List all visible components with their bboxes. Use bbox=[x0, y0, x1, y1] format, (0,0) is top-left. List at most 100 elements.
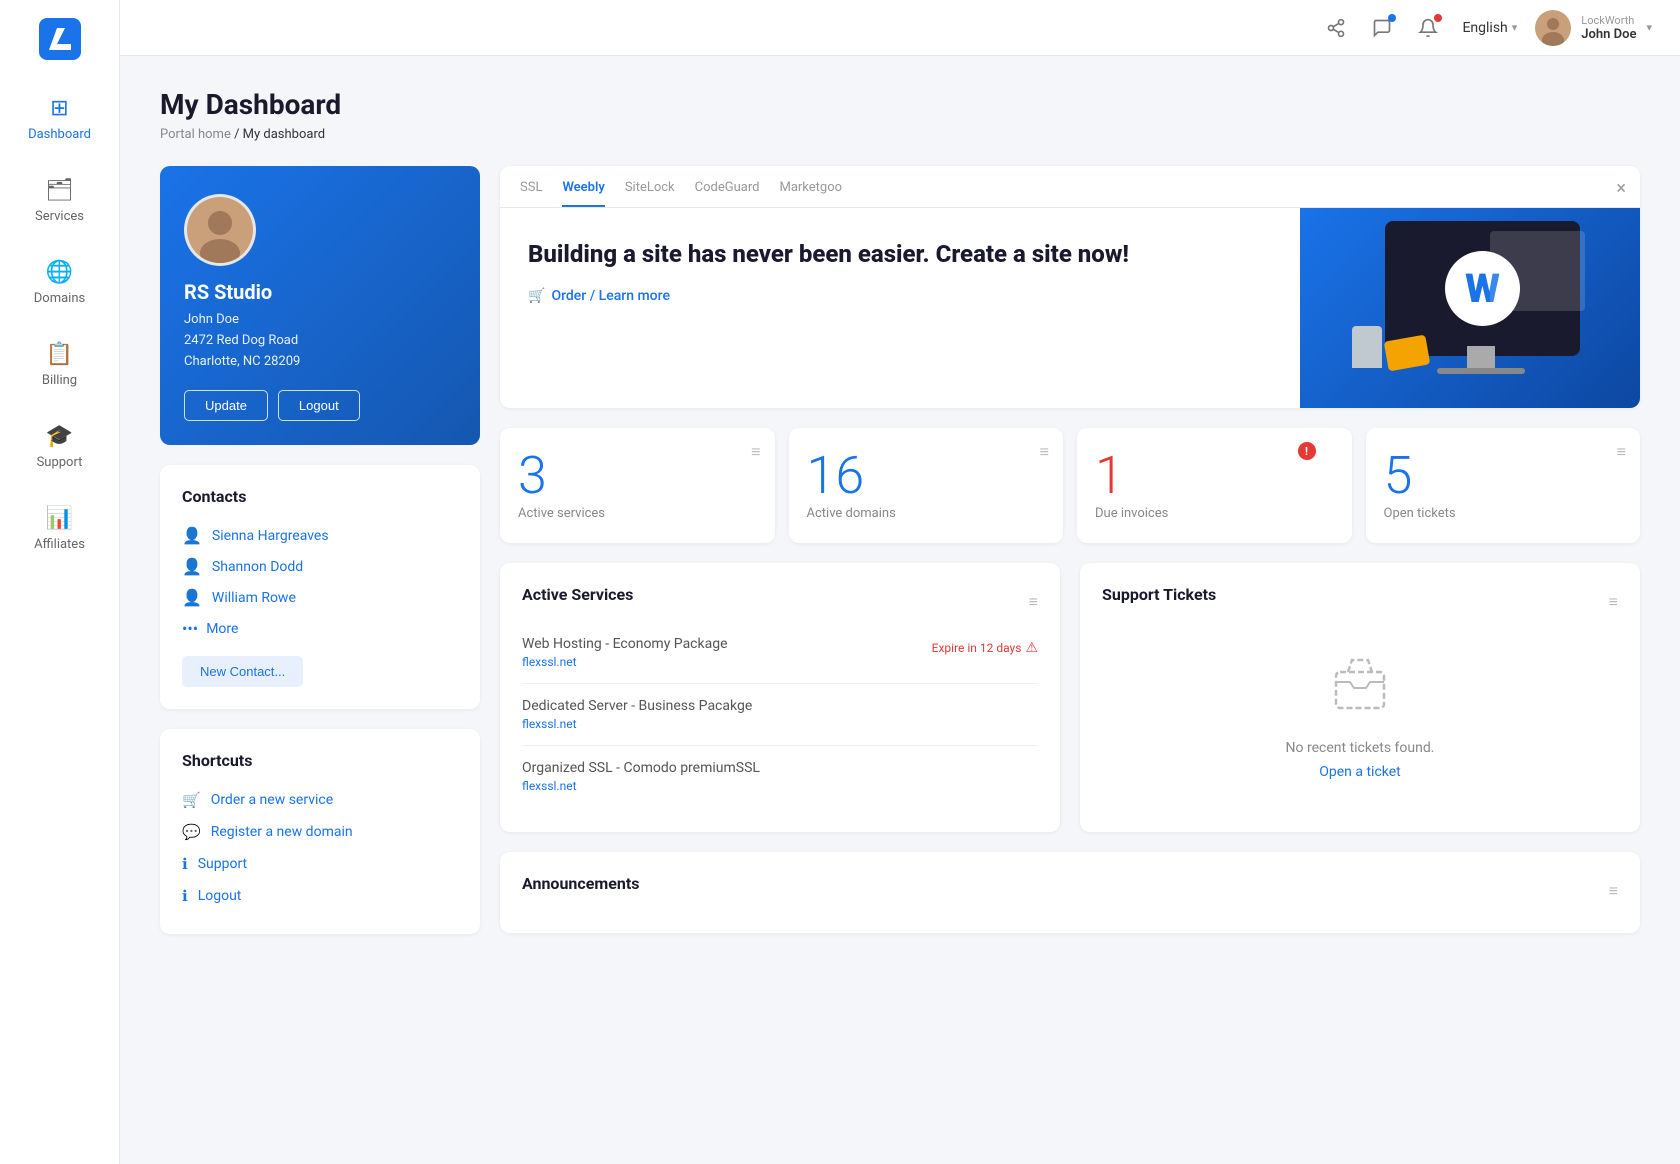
sidebar-item-domains[interactable]: 🌐 Domains bbox=[0, 242, 119, 324]
support-tickets-card: Support Tickets ≡ No rece bbox=[1080, 563, 1640, 832]
notification-icon-btn[interactable] bbox=[1412, 12, 1444, 44]
chat-badge bbox=[1388, 14, 1396, 22]
contact-item[interactable]: 👤 William Rowe bbox=[182, 582, 458, 613]
chat-icon-btn[interactable] bbox=[1366, 12, 1398, 44]
service-name: Dedicated Server - Business Pacakge bbox=[522, 698, 1038, 714]
shortcut-logout[interactable]: ℹ Logout bbox=[182, 880, 458, 912]
page-title: My Dashboard bbox=[160, 88, 1640, 121]
billing-icon: 📋 bbox=[46, 342, 73, 367]
sidebar: ⊞ Dashboard 🗂 Services 🌐 Domains 📋 Billi… bbox=[0, 0, 120, 1164]
service-domain[interactable]: flexssl.net bbox=[522, 717, 1038, 731]
tickets-menu-icon[interactable]: ≡ bbox=[1609, 592, 1618, 612]
update-button[interactable]: Update bbox=[184, 390, 268, 421]
notification-badge bbox=[1434, 14, 1442, 22]
share-icon-btn[interactable] bbox=[1320, 12, 1352, 44]
profile-name: John Doe bbox=[184, 310, 239, 331]
banner-order-link[interactable]: 🛒 Order / Learn more bbox=[528, 288, 1272, 304]
shortcuts-title: Shortcuts bbox=[182, 751, 458, 770]
expire-label: Expire in 12 days bbox=[932, 641, 1022, 655]
banner-card: × SSL Weebly SiteLock CodeGuard Marketgo… bbox=[500, 166, 1640, 408]
avatar bbox=[1535, 10, 1571, 46]
sidebar-item-affiliates[interactable]: 📊 Affiliates bbox=[0, 488, 119, 570]
stat-card-tickets: ≡ 5 Open tickets bbox=[1366, 428, 1641, 543]
tickets-header: Support Tickets ≡ bbox=[1102, 585, 1618, 618]
services-icon: 🗂 bbox=[46, 178, 74, 203]
service-domain[interactable]: flexssl.net bbox=[522, 779, 1038, 793]
breadcrumb-current: My dashboard bbox=[243, 127, 325, 142]
sidebar-item-support[interactable]: 🎓 Support bbox=[0, 406, 119, 488]
sidebar-item-label: Affiliates bbox=[34, 537, 85, 552]
sidebar-item-billing[interactable]: 📋 Billing bbox=[0, 324, 119, 406]
sidebar-item-services[interactable]: 🗂 Services bbox=[0, 160, 119, 242]
tab-sitelock[interactable]: SiteLock bbox=[625, 180, 675, 207]
services-menu-icon[interactable]: ≡ bbox=[1029, 592, 1038, 612]
service-name: Organized SSL - Comodo premiumSSL bbox=[522, 760, 1038, 776]
alert-circle-icon: ⚠ bbox=[1025, 640, 1038, 656]
contact-name: William Rowe bbox=[212, 590, 296, 606]
domains-icon: 🌐 bbox=[46, 260, 73, 285]
contact-item[interactable]: 👤 Sienna Hargreaves bbox=[182, 520, 458, 551]
service-name: Web Hosting - Economy Package bbox=[522, 636, 728, 652]
more-link[interactable]: ••• More bbox=[182, 613, 458, 644]
service-domain[interactable]: flexssl.net bbox=[522, 655, 728, 669]
ellipsis-icon: ••• bbox=[182, 619, 198, 638]
stat-label-invoices: Due invoices bbox=[1095, 506, 1168, 521]
close-button[interactable]: × bbox=[1616, 178, 1626, 199]
service-item: Web Hosting - Economy Package flexssl.ne… bbox=[522, 622, 1038, 684]
profile-address1: 2472 Red Dog Road bbox=[184, 331, 298, 352]
contact-item[interactable]: 👤 Shannon Dodd bbox=[182, 551, 458, 582]
logout-shortcut-icon: ℹ bbox=[182, 887, 188, 905]
sidebar-item-label: Billing bbox=[42, 373, 77, 388]
right-column: × SSL Weebly SiteLock CodeGuard Marketgo… bbox=[500, 166, 1640, 934]
stat-label-services: Active services bbox=[518, 506, 605, 521]
stat-number-tickets: 5 bbox=[1384, 450, 1413, 502]
sidebar-item-label: Support bbox=[37, 455, 83, 470]
open-ticket-link[interactable]: Open a ticket bbox=[1319, 764, 1400, 780]
stat-card-services: ≡ 3 Active services bbox=[500, 428, 775, 543]
user-names: LockWorth John Doe bbox=[1581, 14, 1636, 42]
tab-weebly[interactable]: Weebly bbox=[562, 180, 604, 207]
sidebar-logo bbox=[0, 0, 119, 78]
shortcut-domain[interactable]: 💬 Register a new domain bbox=[182, 816, 458, 848]
left-column: RS Studio John Doe 2472 Red Dog Road Cha… bbox=[160, 166, 480, 934]
bottom-row: Active Services ≡ Web Hosting - Economy … bbox=[500, 563, 1640, 832]
announcements-card: Announcements ≡ bbox=[500, 852, 1640, 933]
new-contact-button[interactable]: New Contact... bbox=[182, 656, 303, 687]
cart-icon: 🛒 bbox=[182, 791, 201, 809]
stat-menu-icon[interactable]: ≡ bbox=[751, 442, 760, 462]
user-info[interactable]: LockWorth John Doe ▾ bbox=[1535, 10, 1652, 46]
announcements-header: Announcements ≡ bbox=[522, 874, 1618, 907]
profile-card: RS Studio John Doe 2472 Red Dog Road Cha… bbox=[160, 166, 480, 445]
shortcut-support[interactable]: ℹ Support bbox=[182, 848, 458, 880]
shortcut-label: Order a new service bbox=[211, 792, 333, 808]
stat-menu-icon[interactable]: ≡ bbox=[1040, 442, 1049, 462]
tab-codeguard[interactable]: CodeGuard bbox=[695, 180, 760, 207]
stat-label-domains: Active domains bbox=[807, 506, 896, 521]
chevron-down-icon: ▾ bbox=[1512, 21, 1518, 34]
user-company: LockWorth bbox=[1581, 14, 1636, 27]
alert-icon: ! bbox=[1298, 442, 1316, 460]
language-selector[interactable]: English ▾ bbox=[1462, 20, 1517, 36]
tab-ssl[interactable]: SSL bbox=[520, 180, 542, 207]
breadcrumb-home[interactable]: Portal home bbox=[160, 127, 231, 142]
banner-text: Building a site has never been easier. C… bbox=[500, 208, 1300, 408]
shortcuts-card: Shortcuts 🛒 Order a new service 💬 Regist… bbox=[160, 729, 480, 934]
stat-card-invoices: ! 1 Due invoices bbox=[1077, 428, 1352, 543]
domain-register-icon: 💬 bbox=[182, 823, 201, 841]
main-wrapper: English ▾ LockWorth John Doe ▾ My Dashbo… bbox=[120, 0, 1680, 1164]
dashboard-icon: ⊞ bbox=[50, 96, 68, 121]
header: English ▾ LockWorth John Doe ▾ bbox=[120, 0, 1680, 56]
stat-menu-icon[interactable]: ≡ bbox=[1617, 442, 1626, 462]
breadcrumb: Portal home / My dashboard bbox=[160, 127, 1640, 142]
banner-image: W bbox=[1300, 208, 1640, 408]
shortcut-label: Support bbox=[198, 856, 247, 872]
announcements-menu-icon[interactable]: ≡ bbox=[1609, 881, 1618, 901]
support-icon: 🎓 bbox=[46, 424, 73, 449]
shortcut-order[interactable]: 🛒 Order a new service bbox=[182, 784, 458, 816]
sidebar-item-label: Domains bbox=[34, 291, 85, 306]
contacts-card: Contacts 👤 Sienna Hargreaves 👤 Shannon D… bbox=[160, 465, 480, 709]
logout-button[interactable]: Logout bbox=[278, 390, 360, 421]
contact-name: Shannon Dodd bbox=[212, 559, 303, 575]
tab-marketgoo[interactable]: Marketgoo bbox=[779, 180, 842, 207]
sidebar-item-dashboard[interactable]: ⊞ Dashboard bbox=[0, 78, 119, 160]
